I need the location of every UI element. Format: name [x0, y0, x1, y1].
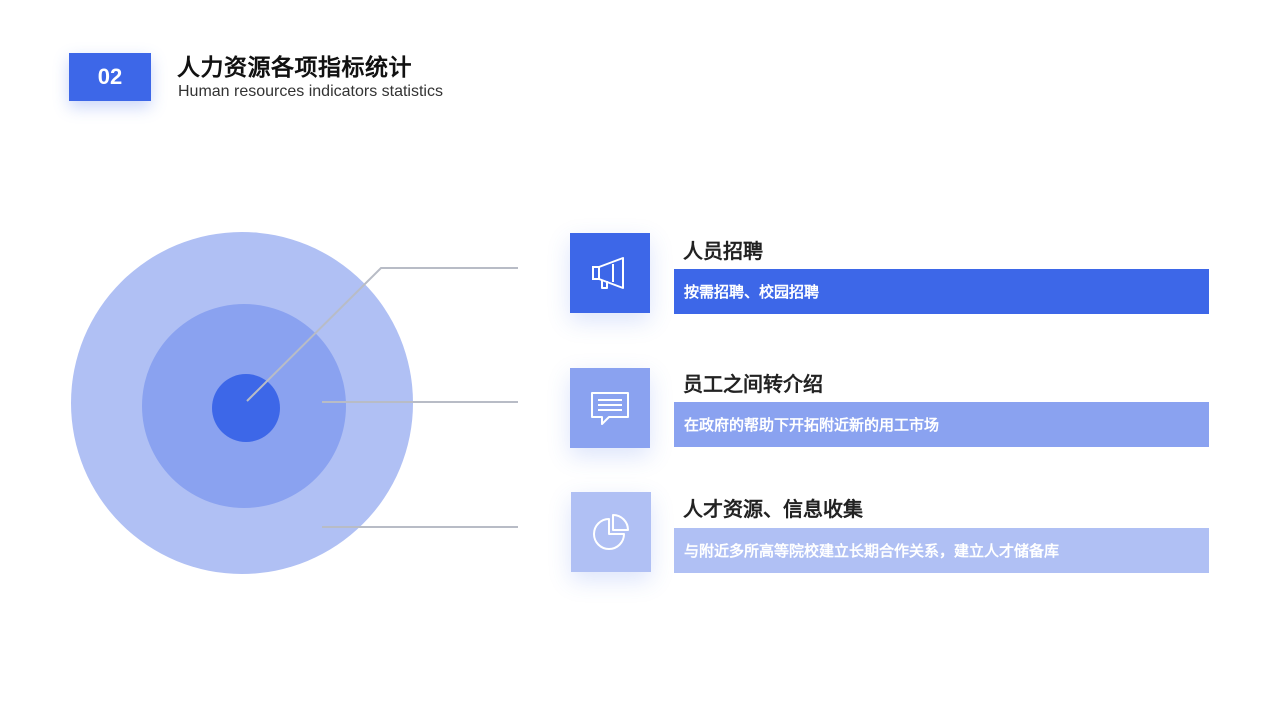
inner-circle — [212, 374, 280, 442]
item-3-title: 人才资源、信息收集 — [683, 497, 863, 521]
item-2-description: 在政府的帮助下开拓附近新的用工市场 — [684, 416, 940, 434]
concentric-circles-diagram — [71, 232, 518, 574]
megaphone-icon — [592, 257, 624, 289]
item-2-bar: 在政府的帮助下开拓附近新的用工市场 — [674, 402, 1209, 447]
item-1-bar: 按需招聘、校园招聘 — [674, 269, 1209, 314]
item-2-icon-box — [570, 368, 650, 448]
item-3-icon-box — [571, 492, 651, 572]
item-2-title: 员工之间转介绍 — [683, 372, 823, 396]
message-icon — [591, 392, 629, 425]
pie-chart-icon — [593, 514, 629, 550]
item-3-description: 与附近多所高等院校建立长期合作关系，建立人才储备库 — [684, 542, 1060, 560]
slide: 02 人力资源各项指标统计 Human resources indicators… — [0, 0, 1280, 720]
item-3-bar: 与附近多所高等院校建立长期合作关系，建立人才储备库 — [674, 528, 1209, 573]
item-1-icon-box — [570, 233, 650, 313]
item-1-title: 人员招聘 — [683, 239, 763, 263]
item-1-description: 按需招聘、校园招聘 — [684, 283, 820, 301]
